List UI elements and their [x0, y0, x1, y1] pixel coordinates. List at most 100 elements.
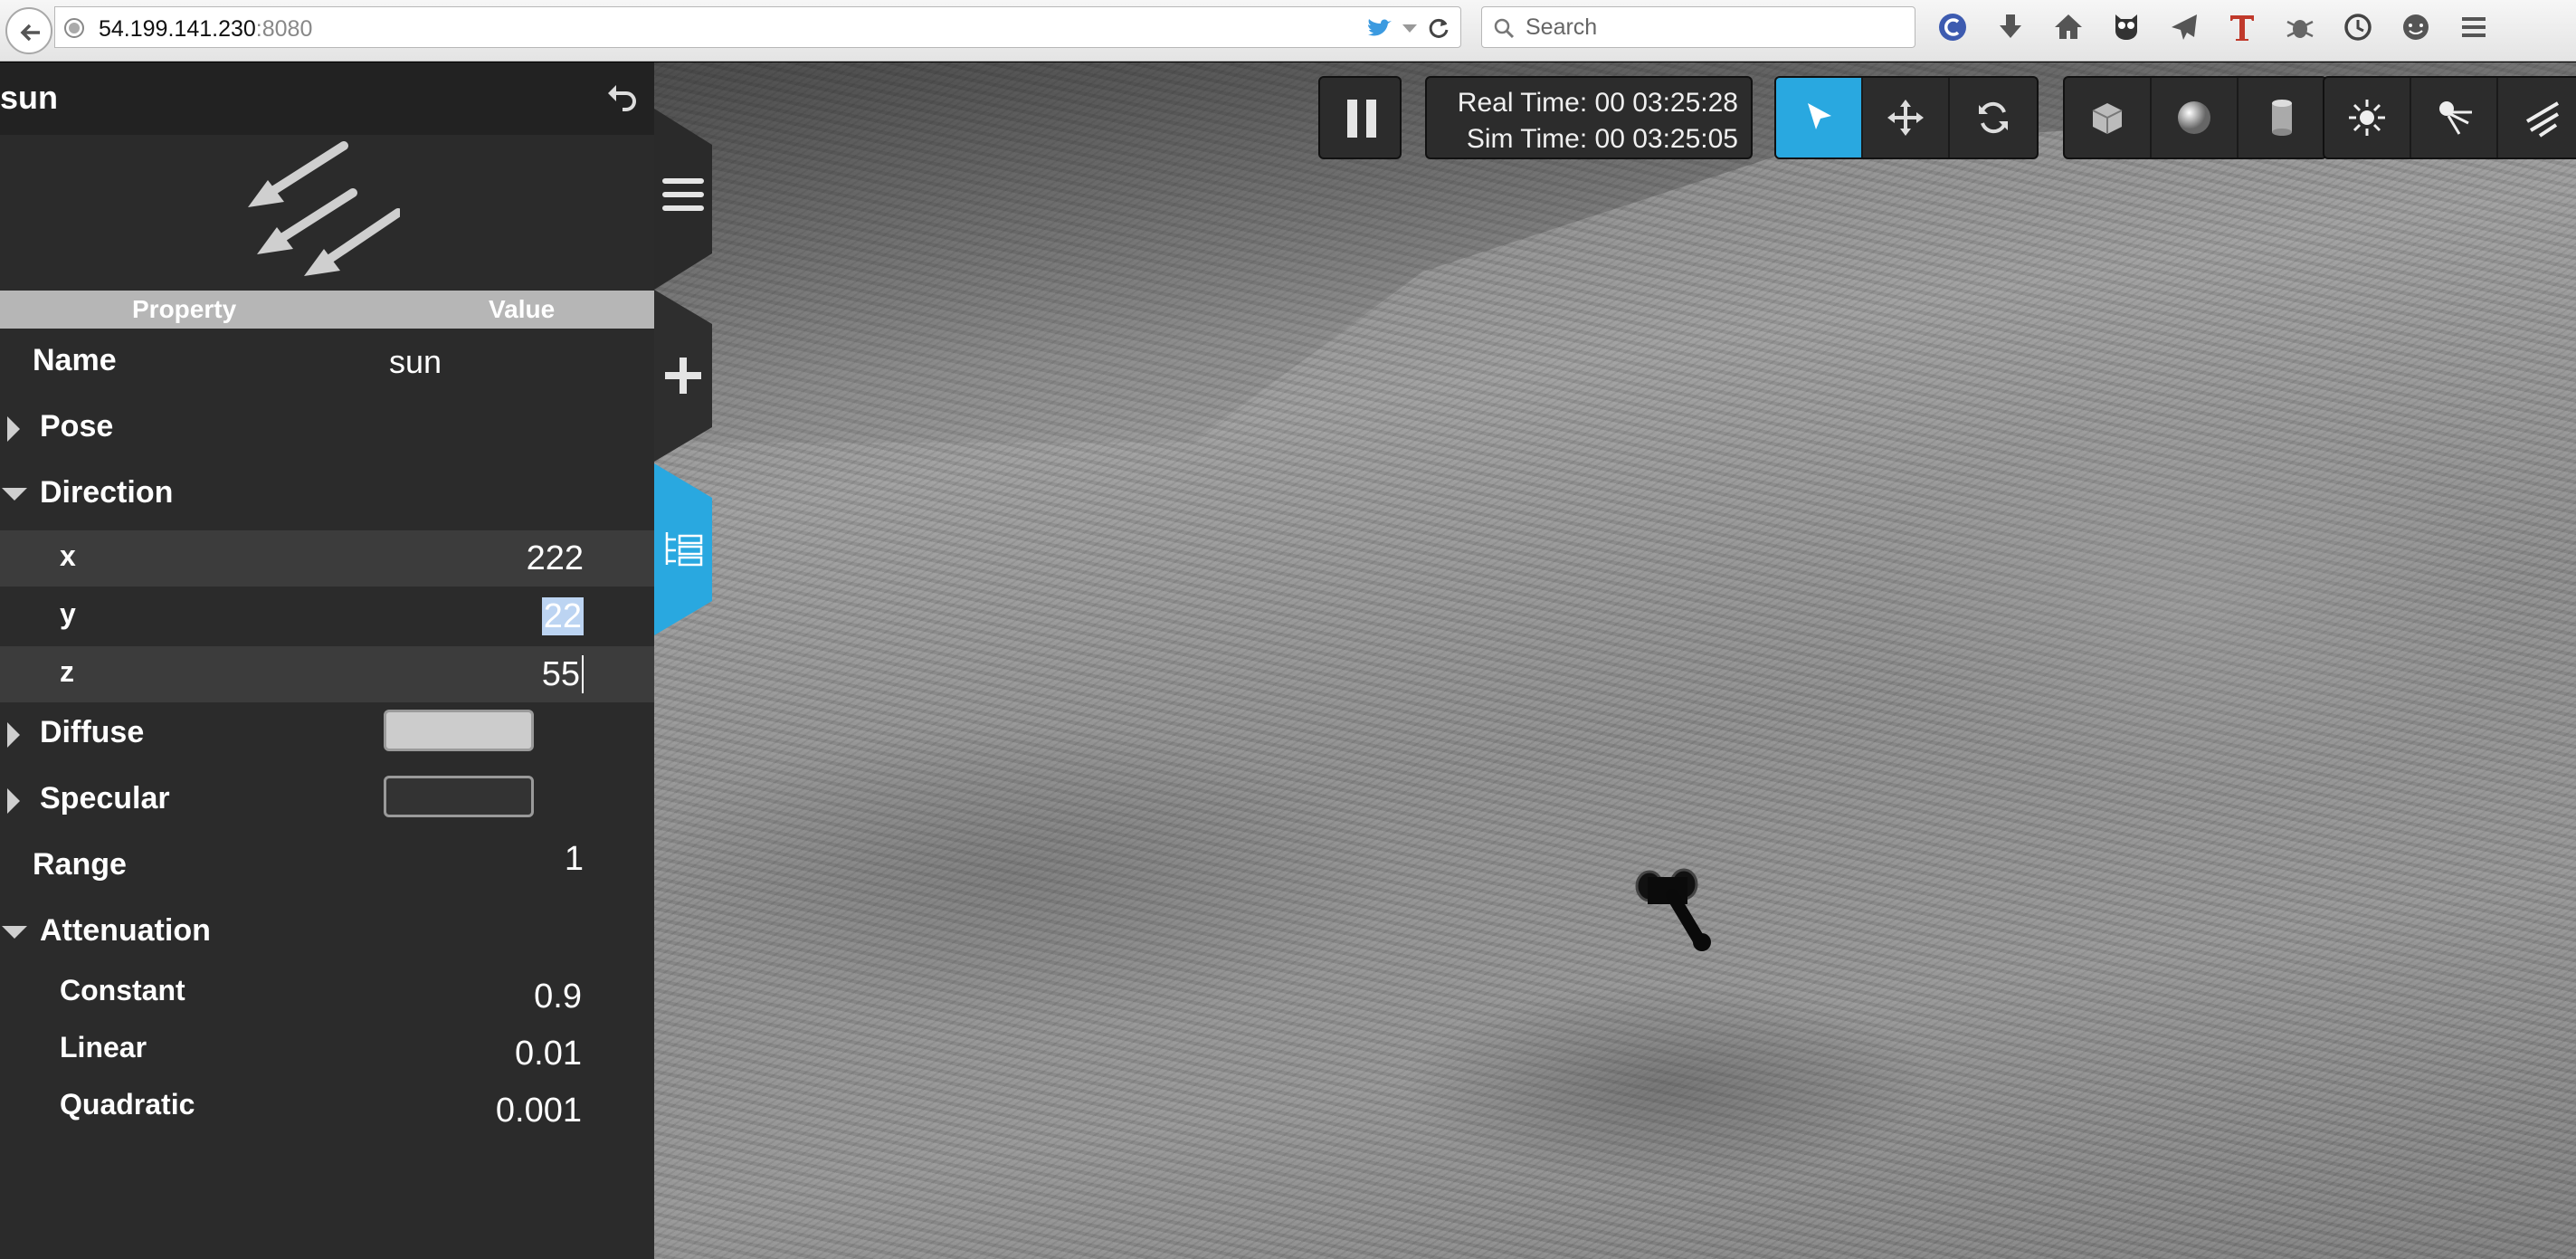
- column-header-property: Property: [132, 295, 237, 323]
- sim-time: Sim Time: 00 03:25:05: [1466, 124, 1738, 154]
- directional-light-button[interactable]: [2498, 78, 2576, 157]
- hamburger-menu-icon[interactable]: [2456, 9, 2492, 45]
- expand-arrow-icon[interactable]: [7, 722, 20, 748]
- hamburger-menu-icon: [662, 178, 704, 211]
- sphere-shape-button[interactable]: [2152, 78, 2239, 157]
- direction-x-label: x: [60, 539, 76, 572]
- linear-input[interactable]: 0.01: [515, 1035, 582, 1073]
- specular-color-swatch[interactable]: [384, 776, 534, 817]
- name-value: sun: [389, 343, 442, 380]
- row-constant: Constant 0.9: [0, 968, 654, 1025]
- diffuse-label: Diffuse: [40, 715, 145, 749]
- history-icon[interactable]: [2340, 9, 2376, 45]
- download-icon[interactable]: [1992, 9, 2029, 45]
- extension-t-icon[interactable]: [2224, 9, 2260, 45]
- cylinder-icon: [2272, 100, 2292, 136]
- select-tool-button[interactable]: [1776, 78, 1863, 157]
- expand-arrow-icon[interactable]: [7, 788, 20, 814]
- attenuation-label: Attenuation: [40, 913, 211, 948]
- reload-icon[interactable]: [1426, 15, 1451, 41]
- property-table-header: Property Value: [0, 291, 654, 329]
- cursor-arrow-icon: [1808, 103, 1831, 129]
- bug-icon[interactable]: [2282, 9, 2318, 45]
- collapse-arrow-icon[interactable]: [2, 926, 27, 939]
- pause-icon-bar: [1366, 100, 1376, 138]
- row-attenuation[interactable]: Attenuation: [0, 902, 654, 959]
- chevron-down-icon[interactable]: [1402, 24, 1417, 33]
- point-light-button[interactable]: [2324, 78, 2411, 157]
- expand-arrow-icon[interactable]: [7, 416, 20, 442]
- chat-icon[interactable]: [2398, 9, 2434, 45]
- row-range: Range 1: [0, 836, 654, 892]
- pose-label: Pose: [40, 409, 114, 444]
- arrow-left-icon: [20, 24, 40, 42]
- column-header-value: Value: [489, 295, 556, 323]
- url-icons: [1366, 15, 1451, 41]
- pause-button[interactable]: [1318, 76, 1402, 159]
- range-label: Range: [33, 847, 127, 882]
- owl-extension-icon[interactable]: [2108, 9, 2144, 45]
- search-input[interactable]: [1526, 13, 1906, 42]
- direction-y-label: y: [60, 597, 76, 630]
- row-pose[interactable]: Pose: [0, 398, 654, 454]
- row-direction-x: x 222: [0, 530, 654, 587]
- browser-extension-icons: [1934, 9, 2492, 45]
- directional-light-icon: [2525, 101, 2560, 138]
- sun-light-icon: [2349, 100, 2385, 136]
- row-direction-y: y 22: [0, 588, 654, 644]
- row-name: Name sun: [0, 332, 654, 388]
- rover-robot-model[interactable]: [1622, 859, 1740, 977]
- globe-icon: [64, 18, 84, 38]
- cylinder-shape-button[interactable]: [2239, 78, 2325, 157]
- plus-icon: [665, 358, 701, 394]
- direction-z-label: z: [60, 655, 74, 688]
- specular-label: Specular: [40, 781, 170, 815]
- url-bar[interactable]: 54.199.141.230:8080: [54, 6, 1461, 48]
- panel-title: sun: [0, 79, 59, 116]
- row-linear: Linear 0.01: [0, 1025, 654, 1082]
- range-input[interactable]: 1: [565, 840, 584, 879]
- home-icon[interactable]: [2050, 9, 2086, 45]
- row-specular[interactable]: Specular: [0, 770, 654, 826]
- move-arrows-icon: [1887, 100, 1924, 136]
- box-shape-button[interactable]: [2065, 78, 2152, 157]
- url-host: 54.199.141.230: [99, 16, 256, 42]
- constant-label: Constant: [60, 974, 185, 1006]
- rotate-tool-button[interactable]: [1950, 78, 2037, 157]
- search-icon: [1494, 18, 1515, 39]
- constant-input[interactable]: 0.9: [534, 978, 582, 1016]
- twitter-bird-icon[interactable]: [1366, 16, 1393, 40]
- row-diffuse[interactable]: Diffuse: [0, 704, 654, 760]
- search-bar[interactable]: [1481, 6, 1915, 48]
- direction-x-input[interactable]: 222: [527, 539, 584, 578]
- row-direction[interactable]: Direction: [0, 464, 654, 520]
- linear-label: Linear: [60, 1031, 147, 1063]
- url-text: 54.199.141.230:8080: [99, 16, 312, 43]
- panel-header: sun: [0, 62, 654, 135]
- page: 54.199.141.230:8080 Search Real Time: 00…: [0, 0, 2576, 1259]
- quadratic-input[interactable]: 0.001: [496, 1092, 582, 1130]
- 3d-viewport[interactable]: [654, 62, 2576, 1259]
- spot-light-button[interactable]: [2411, 78, 2498, 157]
- tree-list-icon: [665, 532, 703, 567]
- directional-light-icon: [248, 141, 400, 276]
- diffuse-color-swatch[interactable]: [384, 710, 534, 751]
- collapse-arrow-icon[interactable]: [2, 488, 27, 501]
- translate-tool-button[interactable]: [1863, 78, 1950, 157]
- cube-icon: [2092, 103, 2123, 134]
- sphere-icon: [2178, 101, 2210, 134]
- send-plane-icon[interactable]: [2166, 9, 2202, 45]
- rotate-icon: [1979, 101, 2008, 134]
- undo-icon[interactable]: [604, 79, 641, 115]
- direction-z-input[interactable]: 55: [541, 655, 584, 694]
- shape-tool-group: [2063, 76, 2327, 159]
- light-tool-group: [2323, 76, 2576, 159]
- direction-y-input[interactable]: 22: [541, 597, 584, 636]
- row-direction-z: z 55: [0, 646, 654, 702]
- name-label: Name: [33, 343, 117, 377]
- extension-c-icon[interactable]: [1934, 9, 1971, 45]
- back-button[interactable]: [5, 7, 52, 54]
- selected-text: 22: [541, 597, 584, 635]
- text-cursor: 55: [541, 655, 584, 693]
- quadratic-label: Quadratic: [60, 1088, 195, 1121]
